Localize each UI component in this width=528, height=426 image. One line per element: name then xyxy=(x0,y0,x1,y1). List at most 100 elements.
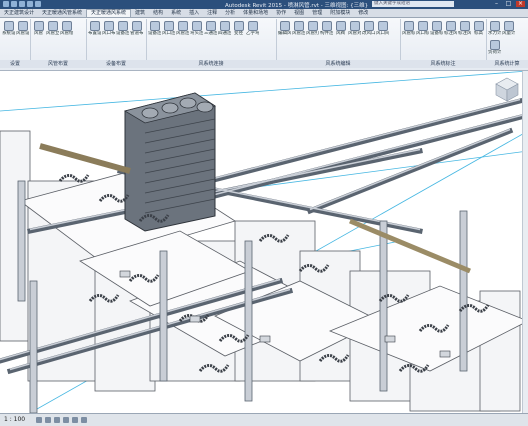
tab-0[interactable]: 天正建筑设计 xyxy=(0,10,38,17)
ribbon-button-label: 风管 xyxy=(34,31,43,36)
undo-icon[interactable] xyxy=(19,1,25,7)
tab-6[interactable]: 插入 xyxy=(185,10,203,17)
ribbon-button-label: 设备连接 xyxy=(116,31,129,36)
tool-icon xyxy=(247,21,258,31)
ribbon-group-5: 风管标注风口标注设备标注标注风量标注风速标高风系统标注 xyxy=(400,19,487,68)
ribbon-button-label: 改风口 xyxy=(362,31,375,36)
tab-10[interactable]: 协作 xyxy=(272,10,290,17)
vertical-scrollbar[interactable] xyxy=(522,71,528,413)
ribbon-button[interactable]: 风管设置 xyxy=(16,21,29,36)
viewcube-icon[interactable] xyxy=(494,76,520,102)
ribbon-button[interactable]: 构件连接 xyxy=(320,21,333,36)
open-icon[interactable] xyxy=(3,1,9,7)
tab-7[interactable]: 注释 xyxy=(203,10,221,17)
tool-icon xyxy=(61,21,72,31)
duct-model-view[interactable] xyxy=(0,71,528,413)
crop-view-icon[interactable] xyxy=(72,417,78,423)
tab-1[interactable]: 天正暖通风管系统 xyxy=(38,10,86,17)
tab-5[interactable]: 系统 xyxy=(167,10,185,17)
duct-riser xyxy=(244,240,253,402)
tab-8[interactable]: 分析 xyxy=(221,10,239,17)
tool-icon xyxy=(403,21,414,31)
ribbon-group-title: 风系统编辑 xyxy=(276,60,400,68)
ribbon-button[interactable]: 弯头连接 xyxy=(190,21,203,36)
shadows-icon[interactable] xyxy=(63,417,69,423)
tool-icon xyxy=(149,21,160,31)
duct-riser xyxy=(379,220,388,392)
tool-icon xyxy=(103,21,114,31)
ribbon-button[interactable]: 标注风速 xyxy=(458,21,471,36)
tab-11[interactable]: 视图 xyxy=(290,10,308,17)
ribbon-button[interactable]: 乙字弯 xyxy=(246,21,259,36)
print-icon[interactable] xyxy=(35,1,41,7)
window-title: Autodesk Revit 2015 - 喷淋风管.rvt - 三维视图: {… xyxy=(225,3,369,9)
tab-12[interactable]: 管理 xyxy=(308,10,326,17)
ribbon-button[interactable]: 系统设置 xyxy=(2,21,15,36)
tab-13[interactable]: 附加模块 xyxy=(326,10,354,17)
duct-riser xyxy=(459,210,468,372)
sun-path-icon[interactable] xyxy=(54,417,60,423)
ribbon-button[interactable]: 风口标注 xyxy=(416,21,429,36)
ribbon-button[interactable]: 负荷计算 xyxy=(488,40,501,55)
detail-level-icon[interactable] xyxy=(36,417,42,423)
ribbon-button[interactable]: 四通连接 xyxy=(218,21,231,36)
save-icon[interactable] xyxy=(11,1,17,7)
ribbon-button[interactable]: 风管连接 xyxy=(292,21,305,36)
search-input[interactable]: 键入关键字或短语 xyxy=(372,1,454,7)
quick-access-toolbar[interactable] xyxy=(3,1,41,7)
ribbon-button-label: 编辑风管 xyxy=(278,31,291,36)
ribbon-button[interactable]: 风管打断 xyxy=(306,21,319,36)
ribbon-button[interactable]: 变径 xyxy=(232,21,245,36)
ribbon-button[interactable]: 风管连接 xyxy=(176,21,189,36)
tool-icon xyxy=(17,21,28,31)
ribbon-button[interactable]: 风口布置 xyxy=(102,21,115,36)
ribbon-button[interactable]: 风口连接 xyxy=(162,21,175,36)
ribbon-button[interactable]: 风阀 xyxy=(334,21,347,36)
ribbon-group-1: 风管风管立管风管绘制风管布置 xyxy=(30,19,87,68)
tab-14[interactable]: 修改 xyxy=(354,10,372,17)
tool-icon xyxy=(377,21,388,31)
ribbon-button[interactable]: 风管立管 xyxy=(46,21,59,36)
hide-isolate-icon[interactable] xyxy=(81,417,87,423)
ribbon-button-label: 设备连接 xyxy=(148,31,161,36)
view-scale[interactable]: 1 : 100 xyxy=(4,416,25,423)
ribbon-button[interactable]: 风管对齐 xyxy=(348,21,361,36)
tab-2[interactable]: 天正暖通风系统 xyxy=(86,9,132,17)
tool-icon xyxy=(191,21,202,31)
ribbon-button[interactable]: 标高 xyxy=(472,21,485,36)
ribbon-button[interactable]: 风管标注 xyxy=(402,21,415,36)
ribbon-button[interactable]: 布置设备 xyxy=(88,21,101,36)
ribbon-button[interactable]: 改风口 xyxy=(362,21,375,36)
ribbon-button[interactable]: 编辑风管 xyxy=(278,21,291,36)
ribbon-button[interactable]: 设备连接 xyxy=(148,21,161,36)
tab-9[interactable]: 体量和场地 xyxy=(239,10,272,17)
tool-icon xyxy=(473,21,484,31)
ribbon-button[interactable]: 水力计算 xyxy=(488,21,501,36)
ribbon-group-title: 风管布置 xyxy=(30,60,86,68)
ribbon-button[interactable]: 三通连接 xyxy=(204,21,217,36)
tab-4[interactable]: 结构 xyxy=(149,10,167,17)
minimize-icon[interactable]: – xyxy=(492,1,501,7)
ribbon-group-title: 风系统计算 xyxy=(486,60,528,68)
ribbon-button[interactable]: 风量计算 xyxy=(502,21,515,36)
ribbon-button[interactable]: 设备连接 xyxy=(116,21,129,36)
ribbon-button[interactable]: 风管 xyxy=(32,21,45,36)
3d-viewport[interactable] xyxy=(0,71,528,413)
tool-icon xyxy=(307,21,318,31)
tool-icon xyxy=(177,21,188,31)
ribbon-button[interactable]: 风口间距 xyxy=(376,21,389,36)
ribbon-button[interactable]: 设备标注 xyxy=(430,21,443,36)
title-bar: Autodesk Revit 2015 - 喷淋风管.rvt - 三维视图: {… xyxy=(0,0,528,9)
maximize-icon[interactable]: □ xyxy=(504,1,513,7)
ribbon-button[interactable]: 标注风量 xyxy=(444,21,457,36)
redo-icon[interactable] xyxy=(27,1,33,7)
tool-icon xyxy=(131,21,142,31)
ribbon-group-title: 风系统标注 xyxy=(400,60,486,68)
tool-icon xyxy=(489,21,500,31)
close-icon[interactable]: × xyxy=(516,1,525,7)
tab-3[interactable]: 建筑 xyxy=(131,10,149,17)
ribbon-button[interactable]: 管道布置 xyxy=(130,21,143,36)
visual-style-icon[interactable] xyxy=(45,417,51,423)
ribbon-button[interactable]: 风管绘制 xyxy=(60,21,73,36)
ribbon-button-label: 风阀 xyxy=(336,31,345,36)
